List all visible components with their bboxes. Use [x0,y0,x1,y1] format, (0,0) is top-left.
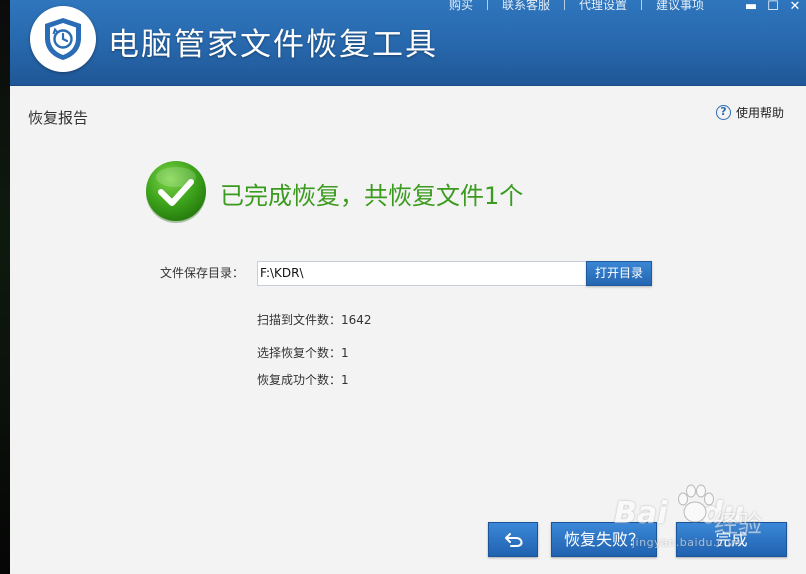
scanned-count: 扫描到文件数：1642 [257,313,372,327]
result-message: 已完成恢复，共恢复文件1个 [220,182,524,210]
app-window: 电脑管家文件恢复工具 购买 联系客服 代理设置 建议事项 ▬ ☐ ✕ 恢复报告 … [10,0,806,574]
undo-arrow-icon [505,533,523,547]
top-links: 购买 联系客服 代理设置 建议事项 [435,0,718,12]
selected-count: 选择恢复个数：1 [257,346,349,360]
title-bar: 电脑管家文件恢复工具 购买 联系客服 代理设置 建议事项 ▬ ☐ ✕ [10,0,806,86]
suggestions-link[interactable]: 建议事项 [642,0,718,13]
section-title: 恢复报告 [28,109,89,127]
save-dir-field[interactable]: F:\KDR\ [257,261,587,286]
proxy-settings-link[interactable]: 代理设置 [565,0,641,13]
help-label: 使用帮助 [735,106,784,120]
success-count: 恢复成功个数：1 [257,373,349,387]
recovery-failed-button[interactable]: 恢复失败？ [551,522,657,557]
done-button[interactable]: 完成 [676,522,787,557]
window-controls: ▬ ☐ ✕ [740,0,806,14]
save-dir-label: 文件保存目录： [160,266,245,280]
close-icon[interactable]: ✕ [784,0,806,14]
maximize-icon[interactable]: ☐ [762,0,784,14]
shield-clock-icon [45,18,81,60]
app-logo [30,6,96,72]
minimize-icon[interactable]: ▬ [740,0,762,14]
help-link[interactable]: ? 使用帮助 [715,104,784,121]
back-button[interactable] [488,522,538,557]
buy-link[interactable]: 购买 [435,0,487,13]
open-dir-button[interactable]: 打开目录 [586,261,652,286]
contact-support-link[interactable]: 联系客服 [488,0,564,13]
check-circle-icon [146,161,206,223]
desktop-background-strip [0,0,10,574]
help-icon: ? [715,105,731,120]
app-title: 电脑管家文件恢复工具 [108,27,438,63]
